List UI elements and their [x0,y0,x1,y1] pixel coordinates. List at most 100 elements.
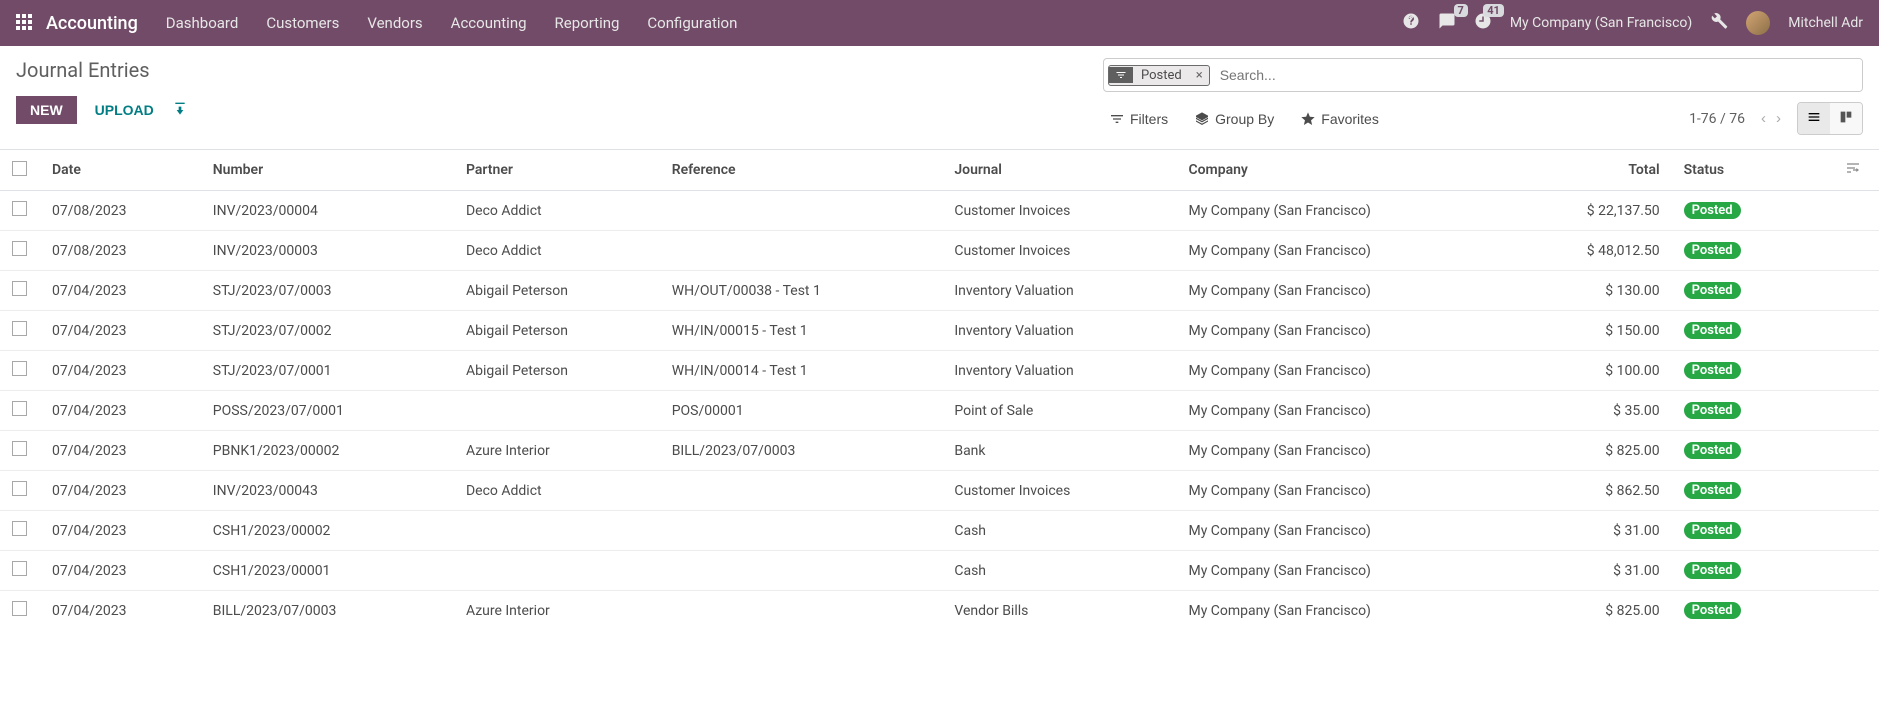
col-journal[interactable]: Journal [942,150,1176,191]
tools-icon[interactable] [1710,12,1728,34]
status-badge: Posted [1684,242,1741,259]
cell-company: My Company (San Francisco) [1176,391,1513,431]
row-checkbox[interactable] [12,521,27,536]
status-badge: Posted [1684,362,1741,379]
nav-dashboard[interactable]: Dashboard [166,14,239,32]
filter-icon [1109,67,1133,83]
tasks-icon[interactable]: 41 [1474,12,1492,34]
view-kanban-button[interactable] [1830,103,1862,134]
table-row[interactable]: 07/04/2023 CSH1/2023/00002 Cash My Compa… [0,511,1879,551]
status-badge: Posted [1684,522,1741,539]
row-checkbox[interactable] [12,561,27,576]
view-list-button[interactable] [1798,103,1830,134]
col-total[interactable]: Total [1514,150,1672,191]
table-row[interactable]: 07/04/2023 STJ/2023/07/0001 Abigail Pete… [0,351,1879,391]
cell-total: $ 150.00 [1514,311,1672,351]
table-row[interactable]: 07/08/2023 INV/2023/00003 Deco Addict Cu… [0,231,1879,271]
cell-company: My Company (San Francisco) [1176,551,1513,591]
status-badge: Posted [1684,322,1741,339]
filter-chip-posted: Posted × [1108,65,1210,86]
table-row[interactable]: 07/04/2023 INV/2023/00043 Deco Addict Cu… [0,471,1879,511]
row-checkbox[interactable] [12,441,27,456]
row-checkbox[interactable] [12,481,27,496]
cell-status: Posted [1672,191,1804,231]
nav-reporting[interactable]: Reporting [555,14,620,32]
cell-total: $ 100.00 [1514,351,1672,391]
table-row[interactable]: 07/04/2023 PBNK1/2023/00002 Azure Interi… [0,431,1879,471]
messages-icon[interactable]: 7 [1438,12,1456,34]
table-row[interactable]: 07/08/2023 INV/2023/00004 Deco Addict Cu… [0,191,1879,231]
groupby-button[interactable]: Group By [1194,111,1274,127]
col-company[interactable]: Company [1176,150,1513,191]
select-all-checkbox[interactable] [12,161,27,176]
filters-button[interactable]: Filters [1109,111,1168,127]
cell-journal: Customer Invoices [942,471,1176,511]
row-checkbox[interactable] [12,281,27,296]
col-reference[interactable]: Reference [660,150,943,191]
row-checkbox[interactable] [12,201,27,216]
favorites-label: Favorites [1321,111,1379,127]
nav-accounting[interactable]: Accounting [451,14,527,32]
cell-number: INV/2023/00003 [201,231,454,271]
chip-label: Posted [1133,66,1190,85]
pager-prev[interactable]: ‹ [1757,108,1770,129]
nav-customers[interactable]: Customers [266,14,339,32]
cell-journal: Inventory Valuation [942,311,1176,351]
new-button[interactable]: NEW [16,96,77,124]
table-row[interactable]: 07/04/2023 BILL/2023/07/0003 Azure Inter… [0,591,1879,631]
cell-status: Posted [1672,231,1804,271]
cell-status: Posted [1672,391,1804,431]
nav-vendors[interactable]: Vendors [367,14,422,32]
row-checkbox[interactable] [12,601,27,616]
row-checkbox[interactable] [12,241,27,256]
cell-date: 07/04/2023 [40,551,201,591]
cell-partner: Abigail Peterson [454,311,660,351]
cell-partner: Deco Addict [454,191,660,231]
cell-status: Posted [1672,471,1804,511]
row-checkbox[interactable] [12,361,27,376]
cell-partner: Abigail Peterson [454,271,660,311]
cell-number: INV/2023/00004 [201,191,454,231]
cell-date: 07/04/2023 [40,591,201,631]
support-icon[interactable] [1402,12,1420,34]
cell-total: $ 22,137.50 [1514,191,1672,231]
upload-button[interactable]: UPLOAD [95,102,154,118]
table-row[interactable]: 07/04/2023 STJ/2023/07/0002 Abigail Pete… [0,311,1879,351]
user-name[interactable]: Mitchell Adr [1788,15,1863,31]
cell-journal: Bank [942,431,1176,471]
chip-close-icon[interactable]: × [1190,68,1209,83]
row-checkbox[interactable] [12,321,27,336]
table-row[interactable]: 07/04/2023 CSH1/2023/00001 Cash My Compa… [0,551,1879,591]
cell-journal: Cash [942,551,1176,591]
col-partner[interactable]: Partner [454,150,660,191]
adjust-columns-icon[interactable] [1804,150,1879,191]
apps-icon[interactable] [16,14,34,32]
table-row[interactable]: 07/04/2023 STJ/2023/07/0003 Abigail Pete… [0,271,1879,311]
cell-date: 07/04/2023 [40,351,201,391]
status-badge: Posted [1684,602,1741,619]
col-status[interactable]: Status [1672,150,1804,191]
top-navbar: Accounting Dashboard Customers Vendors A… [0,0,1879,46]
pager-next[interactable]: › [1772,108,1785,129]
company-selector[interactable]: My Company (San Francisco) [1510,15,1692,31]
search-input[interactable] [1210,59,1862,91]
avatar[interactable] [1746,11,1770,35]
cell-reference: WH/IN/00014 - Test 1 [660,351,943,391]
favorites-button[interactable]: Favorites [1300,111,1379,127]
filters-label: Filters [1130,111,1168,127]
nav-configuration[interactable]: Configuration [647,14,737,32]
search-bar[interactable]: Posted × [1103,58,1863,92]
cell-reference [660,231,943,271]
table-row[interactable]: 07/04/2023 POSS/2023/07/0001 POS/00001 P… [0,391,1879,431]
nav-menu: Dashboard Customers Vendors Accounting R… [166,14,738,32]
col-number[interactable]: Number [201,150,454,191]
cell-journal: Inventory Valuation [942,351,1176,391]
cell-reference: WH/IN/00015 - Test 1 [660,311,943,351]
cell-date: 07/08/2023 [40,231,201,271]
app-brand[interactable]: Accounting [46,13,138,34]
cell-status: Posted [1672,551,1804,591]
download-icon[interactable] [172,100,188,120]
col-date[interactable]: Date [40,150,201,191]
cell-journal: Customer Invoices [942,231,1176,271]
row-checkbox[interactable] [12,401,27,416]
